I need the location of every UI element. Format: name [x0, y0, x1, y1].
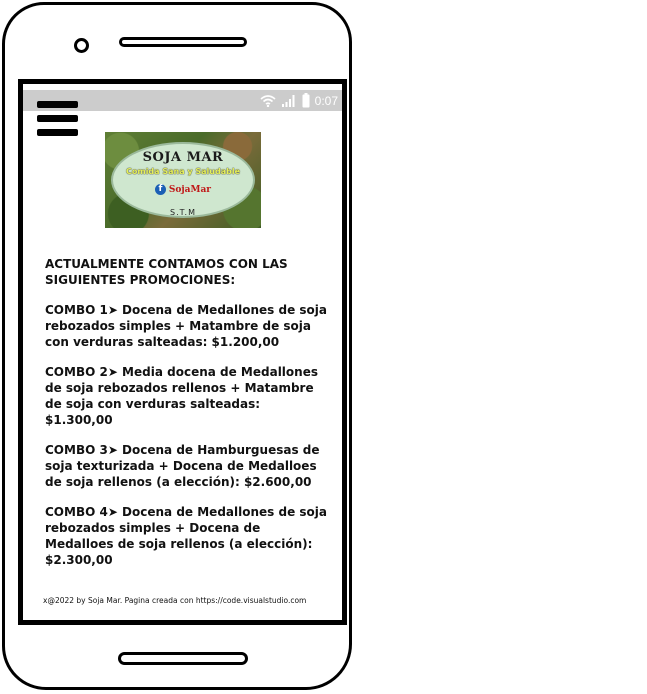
promotions-intro: ACTUALMENTE CONTAMOS CON LAS SIGUIENTES …	[45, 257, 288, 287]
battery-icon	[302, 93, 310, 108]
combo-item: COMBO 3➤ Docena de Hamburguesas de soja …	[45, 443, 320, 489]
signal-icon	[281, 94, 297, 107]
phone-frame: 0:07 SOJA MAR Comida Sana y Saludable f …	[2, 2, 352, 690]
facebook-icon: f	[154, 184, 166, 195]
promotions-content: ACTUALMENTE CONTAMOS CON LAS SIGUIENTES …	[45, 256, 330, 582]
status-icons: 0:07	[260, 92, 338, 109]
brand-logo: SOJA MAR Comida Sana y Saludable f SojaM…	[105, 132, 261, 228]
menu-bar-icon	[37, 115, 78, 122]
hamburger-menu-button[interactable]	[37, 101, 81, 137]
logo-title: SOJA MAR	[142, 150, 224, 165]
front-camera	[74, 38, 89, 53]
earpiece-speaker	[119, 37, 247, 47]
logo-social: f SojaMar	[105, 184, 261, 195]
phone-screen: 0:07 SOJA MAR Comida Sana y Saludable f …	[18, 79, 347, 625]
menu-bar-icon	[37, 129, 78, 136]
combo-item: COMBO 1➤ Docena de Medallones de soja re…	[45, 303, 327, 349]
wifi-icon	[260, 94, 276, 107]
status-clock: 0:07	[314, 93, 338, 108]
page-footer: x@2022 by Soja Mar. Pagina creada con ht…	[43, 596, 307, 605]
logo-tag: S.T.M	[169, 208, 196, 217]
home-button[interactable]	[118, 652, 248, 665]
logo-subtitle: Comida Sana y Saludable	[125, 167, 240, 176]
combo-item: COMBO 2➤ Media docena de Medallones de s…	[45, 365, 318, 427]
menu-bar-icon	[37, 101, 78, 108]
combo-item: COMBO 4➤ Docena de Medallones de soja re…	[45, 505, 327, 567]
logo-social-handle: SojaMar	[168, 184, 212, 195]
